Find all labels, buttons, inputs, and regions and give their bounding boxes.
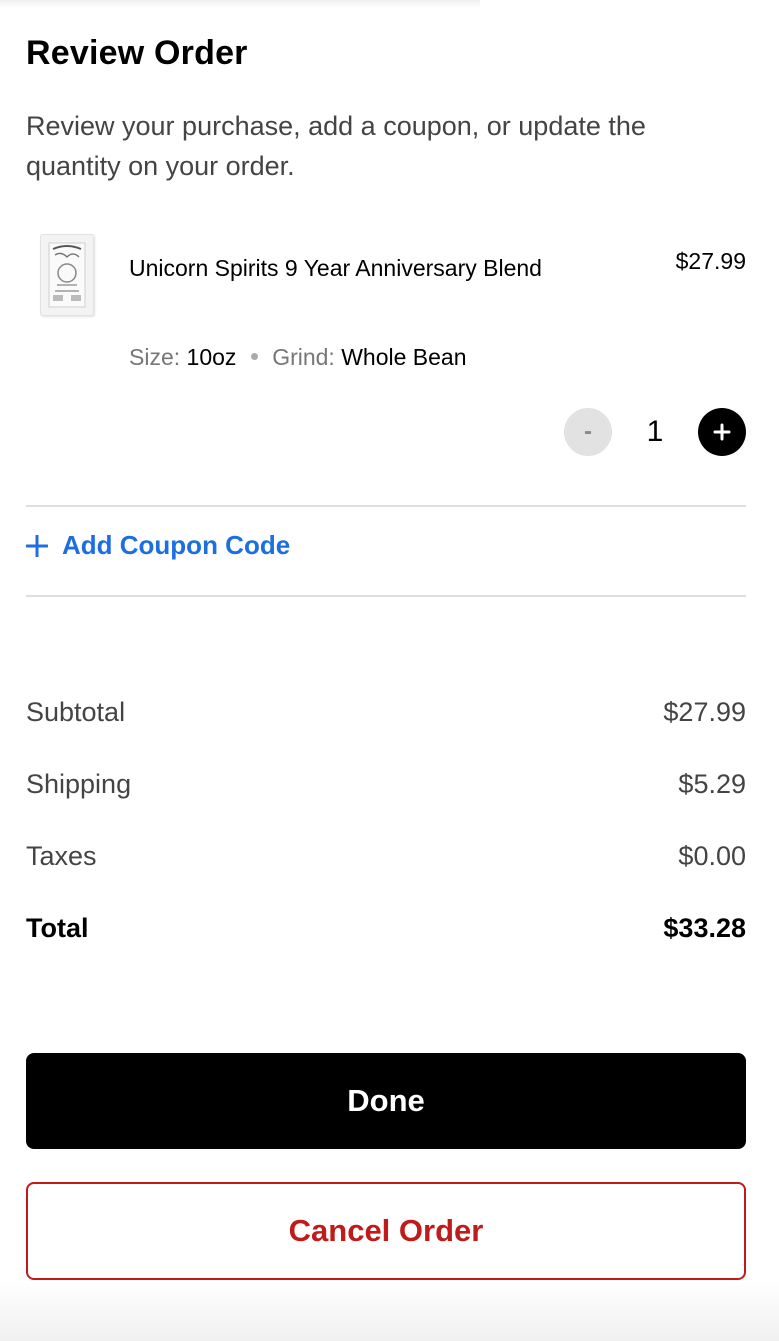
shipping-label: Shipping xyxy=(26,769,132,799)
cancel-order-button[interactable]: Cancel Order xyxy=(26,1182,746,1280)
total-value: $33.28 xyxy=(663,913,746,943)
increment-button[interactable] xyxy=(698,408,746,456)
divider xyxy=(26,505,746,507)
grind-value: Whole Bean xyxy=(341,344,467,370)
subtotal-row: Subtotal $27.99 xyxy=(26,692,746,732)
subtotal-value: $27.99 xyxy=(663,697,746,727)
cart-item: Unicorn Spirits 9 Year Anniversary Blend… xyxy=(26,230,746,470)
shipping-value: $5.29 xyxy=(678,769,746,799)
product-name: Unicorn Spirits 9 Year Anniversary Blend xyxy=(129,255,542,281)
size-value: 10oz xyxy=(186,344,237,370)
product-options: Size: 10oz Grind: Whole Bean xyxy=(129,340,467,374)
subtotal-label: Subtotal xyxy=(26,697,126,727)
top-shadow xyxy=(0,0,480,8)
plus-icon xyxy=(26,534,48,557)
coffee-bag-icon xyxy=(40,234,94,316)
bottom-shadow xyxy=(0,1281,779,1341)
page-title: Review Order xyxy=(26,34,248,72)
size-label: Size: xyxy=(129,344,181,370)
quantity-stepper: - 1 xyxy=(564,408,746,456)
taxes-row: Taxes $0.00 xyxy=(26,836,746,876)
add-coupon-label: Add Coupon Code xyxy=(62,530,291,560)
shipping-row: Shipping $5.29 xyxy=(26,764,746,804)
add-coupon-button[interactable]: Add Coupon Code xyxy=(26,530,290,561)
plus-icon xyxy=(713,423,731,441)
decrement-button[interactable]: - xyxy=(564,408,612,456)
divider xyxy=(26,595,746,597)
taxes-value: $0.00 xyxy=(678,841,746,871)
total-label: Total xyxy=(26,913,89,943)
grind-label: Grind: xyxy=(272,344,335,370)
separator-dot xyxy=(250,353,258,361)
page-subtitle: Review your purchase, add a coupon, or u… xyxy=(26,111,646,181)
taxes-label: Taxes xyxy=(26,841,97,871)
done-button[interactable]: Done xyxy=(26,1053,746,1149)
product-price: $27.99 xyxy=(675,248,746,274)
total-row: Total $33.28 xyxy=(26,908,746,948)
quantity-value: 1 xyxy=(646,415,664,448)
